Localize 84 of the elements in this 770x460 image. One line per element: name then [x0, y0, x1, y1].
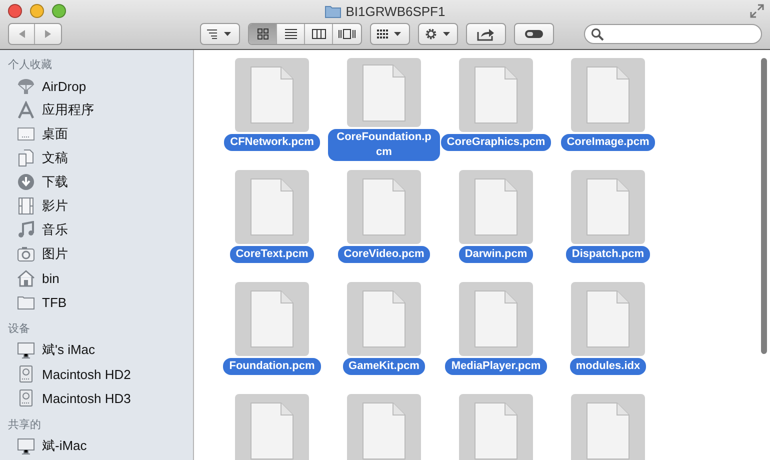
house-icon	[17, 269, 35, 287]
file-icon[interactable]	[235, 58, 309, 132]
folder-icon	[324, 4, 341, 18]
document-icon	[17, 149, 35, 167]
file-icon[interactable]	[347, 58, 421, 127]
file-name[interactable]: CoreVideo.pcm	[338, 246, 430, 263]
sidebar-item[interactable]: Macintosh HD3	[42, 390, 131, 406]
search-icon	[591, 28, 604, 40]
file-icon[interactable]	[459, 394, 533, 460]
gear-icon	[424, 27, 452, 41]
file-icon[interactable]	[347, 170, 421, 244]
sidebar-item[interactable]: 音乐	[42, 221, 68, 239]
file-name[interactable]: CoreGraphics.pcm	[440, 134, 552, 151]
minimize-button[interactable]	[30, 4, 44, 18]
file-icon[interactable]	[571, 394, 645, 460]
app-icon	[17, 101, 35, 119]
share-icon	[477, 27, 495, 41]
tags-button[interactable]	[514, 23, 554, 45]
download-icon	[17, 173, 35, 191]
right-triangle-icon	[43, 29, 53, 39]
lines-caret-icon	[207, 29, 233, 39]
sidebar-item[interactable]: Macintosh HD2	[42, 366, 131, 382]
arrange-button[interactable]	[200, 23, 240, 45]
sidebar-item[interactable]: 桌面	[42, 125, 68, 143]
file-name[interactable]: Darwin.pcm	[458, 246, 534, 263]
search-field[interactable]	[584, 24, 762, 44]
sidebar-item[interactable]: 应用程序	[42, 101, 94, 119]
close-button[interactable]	[8, 4, 22, 18]
sidebar-item[interactable]: 文稿	[42, 149, 68, 167]
sidebar-section-header: 设备	[7, 322, 31, 337]
file-name[interactable]: MediaPlayer.pcm	[445, 358, 547, 375]
file-icon[interactable]	[571, 58, 645, 132]
file-icon[interactable]	[571, 282, 645, 356]
action-button[interactable]	[418, 23, 458, 45]
fullscreen-icon[interactable]	[750, 4, 764, 18]
view-mode-button[interactable]	[249, 24, 277, 44]
file-icon[interactable]	[347, 282, 421, 356]
file-name[interactable]: modules.idx	[570, 358, 646, 375]
file-icon[interactable]	[459, 170, 533, 244]
file-name[interactable]: Dispatch.pcm	[566, 246, 650, 263]
grid-caret-icon	[377, 29, 403, 39]
file-icon[interactable]	[459, 58, 533, 132]
zoom-button[interactable]	[52, 4, 66, 18]
list-icon	[284, 28, 296, 40]
monitor-icon	[17, 437, 35, 455]
share-button[interactable]	[466, 23, 506, 45]
sidebar-item[interactable]: AirDrop	[42, 78, 86, 94]
columns-icon	[312, 28, 326, 40]
file-name[interactable]: GameKit.pcm	[342, 358, 426, 375]
left-triangle-icon	[16, 29, 26, 39]
sidebar-item[interactable]: bin	[42, 270, 60, 286]
file-name[interactable]: CoreFoundation.pcm	[328, 129, 440, 161]
file-icon[interactable]	[347, 394, 421, 460]
file-icon[interactable]	[235, 282, 309, 356]
sidebar-item[interactable]: 斌's iMac	[42, 341, 96, 359]
toggle-icon	[524, 29, 544, 39]
monitor-icon	[17, 341, 35, 359]
music-note-icon	[17, 221, 35, 239]
file-name[interactable]: CFNetwork.pcm	[224, 134, 320, 151]
file-name[interactable]: CoreImage.pcm	[560, 134, 656, 151]
sidebar-item[interactable]: 图片	[42, 245, 68, 263]
parachute-icon	[17, 77, 35, 95]
group-button[interactable]	[370, 23, 410, 45]
file-name[interactable]: Foundation.pcm	[223, 358, 321, 375]
film-icon	[17, 197, 35, 215]
file-icon[interactable]	[459, 282, 533, 356]
scrollbar[interactable]	[761, 58, 767, 354]
file-name[interactable]: CoreText.pcm	[230, 246, 314, 263]
sidebar-section-header: 共享的	[7, 418, 42, 433]
sidebar-item[interactable]: 影片	[42, 197, 68, 215]
window-title: BI1GRWB6SPF1	[346, 4, 446, 18]
cover-flow-icon	[338, 28, 356, 40]
file-icon[interactable]	[571, 170, 645, 244]
grid-icon	[256, 28, 268, 40]
file-icon[interactable]	[235, 394, 309, 460]
sidebar-section-header: 个人收藏	[7, 58, 53, 73]
sidebar-item[interactable]: 下载	[42, 173, 68, 191]
drive-icon	[17, 389, 35, 407]
camera-icon	[17, 245, 35, 263]
file-icon[interactable]	[235, 170, 309, 244]
drive-icon	[17, 365, 35, 383]
sidebar-item[interactable]: TFB	[42, 294, 67, 310]
desktop-icon	[17, 125, 35, 143]
sidebar-item[interactable]: 斌-iMac	[42, 437, 87, 455]
